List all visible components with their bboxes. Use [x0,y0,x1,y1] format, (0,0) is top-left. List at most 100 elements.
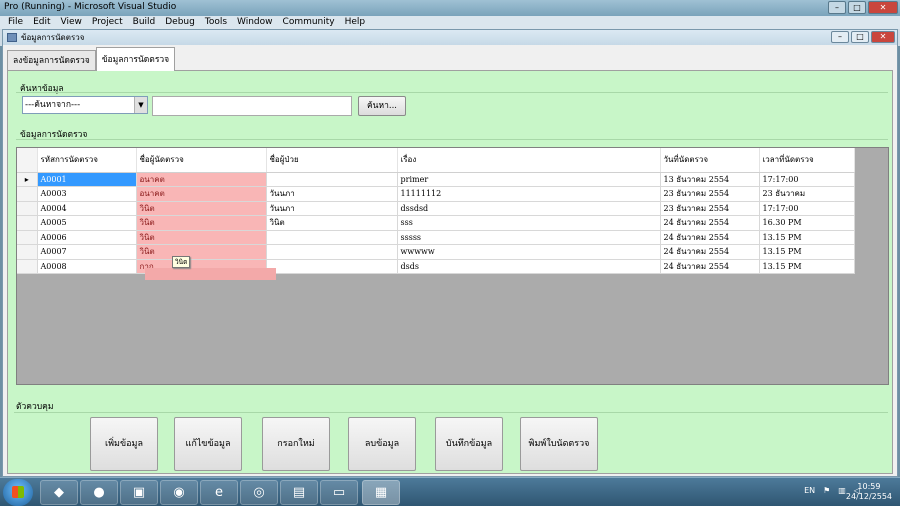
table-cell[interactable]: วินิต [136,215,267,231]
table-cell[interactable]: วินิต [266,215,398,231]
table-cell[interactable]: วันนภา [266,201,398,216]
table-row[interactable]: ▸ A0001 อนาคต primer 13 ธันวาคม 2554 17:17:00 [17,172,855,187]
table-cell[interactable]: วันนภา [266,186,398,202]
table-cell[interactable]: 24 ธันวาคม 2554 [660,215,760,231]
table-cell[interactable]: 16.30 PM [759,215,855,231]
menu-item-help[interactable]: Help [345,16,366,29]
menu-item-edit[interactable]: Edit [33,16,50,29]
table-row[interactable]: A0007 วินิต wwwww 24 ธันวาคม 2554 13.15 PM [17,244,855,260]
table-cell[interactable]: วินิต [136,244,267,260]
form-maximize-icon[interactable]: □ [851,31,869,43]
taskbar-firefox-icon[interactable]: ◉ [160,480,198,505]
column-header[interactable]: เรื่อง [397,148,661,173]
taskbar-running-app-icon[interactable]: ▦ [362,480,400,505]
print-button[interactable]: พิมพ์ใบนัดตรวจ [520,417,598,471]
table-cell[interactable]: 23 ธันวาคม 2554 [660,201,760,216]
menu-item-view[interactable]: View [61,16,82,29]
language-indicator[interactable]: EN [804,486,815,495]
column-header[interactable]: ชื่อผู้ป่วย [266,148,398,173]
taskbar-chrome-icon[interactable]: ◎ [240,480,278,505]
menu-item-community[interactable]: Community [283,16,335,29]
table-cell[interactable]: 17:17:00 [759,201,855,216]
menu-item-tools[interactable]: Tools [205,16,227,29]
table-cell[interactable]: A0005 [37,215,137,231]
start-button[interactable] [3,479,33,506]
menu-item-build[interactable]: Build [133,16,156,29]
search-input[interactable] [152,96,352,116]
form-minimize-icon[interactable]: – [831,31,849,43]
menu-item-file[interactable]: File [8,16,23,29]
tray-flag-icon[interactable]: ⚑ [823,486,830,495]
tab-add-appointment[interactable]: ลงข้อมูลการนัดตรวจ [7,50,96,71]
table-cell[interactable]: อนาคต [136,172,267,187]
table-cell[interactable]: A0008 [37,259,137,274]
row-header[interactable]: ▸ [17,172,38,187]
menu-item-debug[interactable]: Debug [165,16,195,29]
table-cell[interactable]: 24 ธันวาคม 2554 [660,259,760,274]
table-cell[interactable]: อนาคต [136,186,267,202]
tab-appointment-data[interactable]: ข้อมูลการนัดตรวจ [95,47,176,71]
table-row[interactable]: A0003 อนาคต วันนภา 11111112 23 ธันวาคม 2554 2… [17,186,855,202]
taskbar-folder-icon[interactable]: ▤ [280,480,318,505]
table-cell[interactable]: วินิต [136,230,267,245]
table-cell[interactable]: 23 ธันวาคม [759,186,855,202]
column-header[interactable]: วันที่นัดตรวจ [660,148,760,173]
appointment-grid[interactable]: รหัสการนัดตรวจ ชื่อผู้นัดตรวจ ชื่อผู้ป่วยเ… [16,147,889,385]
menu-item-window[interactable]: Window [237,16,273,29]
search-field-select[interactable]: ---ค้นหาจาก--- ▼ [22,96,148,114]
table-cell[interactable]: 13 ธันวาคม 2554 [660,172,760,187]
table-cell[interactable]: 17:17:00 [759,172,855,187]
save-button[interactable]: บันทึกข้อมูล [435,417,503,471]
taskbar-vs-designer-icon[interactable]: ◆ [40,480,78,505]
column-header[interactable]: รหัสการนัดตรวจ [37,148,137,173]
row-header[interactable] [17,259,38,274]
table-row[interactable]: A0005 วินิต วินิต sss 24 ธันวาคม 2554 16.30 P… [17,215,855,231]
table-cell[interactable]: 13.15 PM [759,244,855,260]
table-cell[interactable]: sss [397,215,661,231]
row-header[interactable] [17,201,38,216]
table-cell[interactable]: 24 ธันวาคม 2554 [660,230,760,245]
table-cell[interactable]: dsds [397,259,661,274]
table-row[interactable]: A0004 วินิต วันนภา dssdsd 23 ธันวาคม 2554 17:… [17,201,855,216]
table-cell[interactable]: sssss [397,230,661,245]
table-cell[interactable]: A0007 [37,244,137,260]
row-header[interactable] [17,230,38,245]
add-button[interactable]: เพิ่มข้อมูล [90,417,158,471]
table-cell[interactable]: 13.15 PM [759,230,855,245]
table-cell[interactable]: A0006 [37,230,137,245]
table-cell[interactable] [266,259,398,274]
table-cell[interactable]: 24 ธันวาคม 2554 [660,244,760,260]
row-header[interactable] [17,244,38,260]
table-cell[interactable]: 11111112 [397,186,661,202]
menu-item-project[interactable]: Project [92,16,123,29]
maximize-icon[interactable]: □ [848,1,866,14]
table-cell[interactable]: 23 ธันวาคม 2554 [660,186,760,202]
close-icon[interactable]: ✕ [868,1,898,14]
table-cell[interactable]: wwwww [397,244,661,260]
table-cell[interactable] [266,172,398,187]
taskbar-ie-icon[interactable]: e [200,480,238,505]
taskbar-notepad-icon[interactable]: ▭ [320,480,358,505]
clear-button[interactable]: กรอกใหม่ [262,417,330,471]
table-cell[interactable] [266,244,398,260]
table-cell[interactable]: A0001 [37,172,137,187]
table-cell[interactable]: dssdsd [397,201,661,216]
table-cell[interactable] [266,230,398,245]
taskbar-network-icon[interactable]: ▣ [120,480,158,505]
minimize-icon[interactable]: – [828,1,846,14]
table-cell[interactable]: primer [397,172,661,187]
search-button[interactable]: ค้นหา... [358,96,406,116]
column-header[interactable]: เวลาที่นัดตรวจ [759,148,855,173]
table-row[interactable]: A0006 วินิต sssss 24 ธันวาคม 2554 13.15 PM [17,230,855,245]
table-cell[interactable]: วินิต [136,201,267,216]
form-close-icon[interactable]: ✕ [871,31,895,43]
tray-network-icon[interactable]: ▥ [838,486,846,495]
row-header[interactable] [17,186,38,202]
table-cell[interactable]: 13.15 PM [759,259,855,274]
table-row[interactable]: A0008 กาก dsds 24 ธันวาคม 2554 13.15 PM [17,259,855,274]
taskbar-clock[interactable]: 10:59 24/12/2554 [846,482,892,502]
delete-button[interactable]: ลบข้อมูล [348,417,416,471]
edit-button[interactable]: แก้ไขข้อมูล [174,417,242,471]
row-header[interactable] [17,215,38,231]
table-cell[interactable]: A0003 [37,186,137,202]
